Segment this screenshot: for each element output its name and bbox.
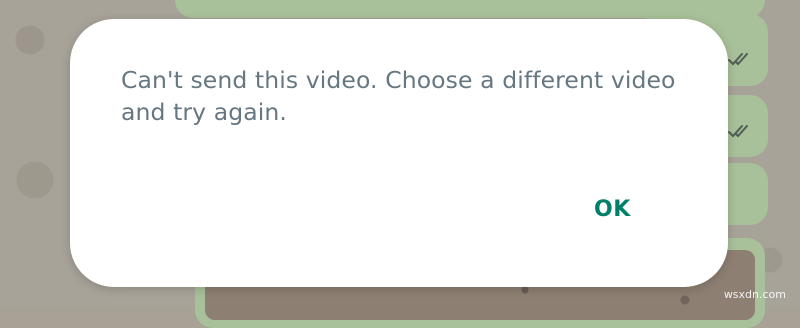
double-check-icon — [728, 124, 750, 138]
double-check-icon — [728, 52, 750, 66]
ok-button[interactable]: OK — [578, 185, 647, 233]
error-dialog: Can't send this video. Choose a differen… — [70, 19, 728, 287]
watermark: wsxdn.com — [723, 288, 786, 301]
dialog-message: Can't send this video. Choose a differen… — [121, 66, 676, 126]
